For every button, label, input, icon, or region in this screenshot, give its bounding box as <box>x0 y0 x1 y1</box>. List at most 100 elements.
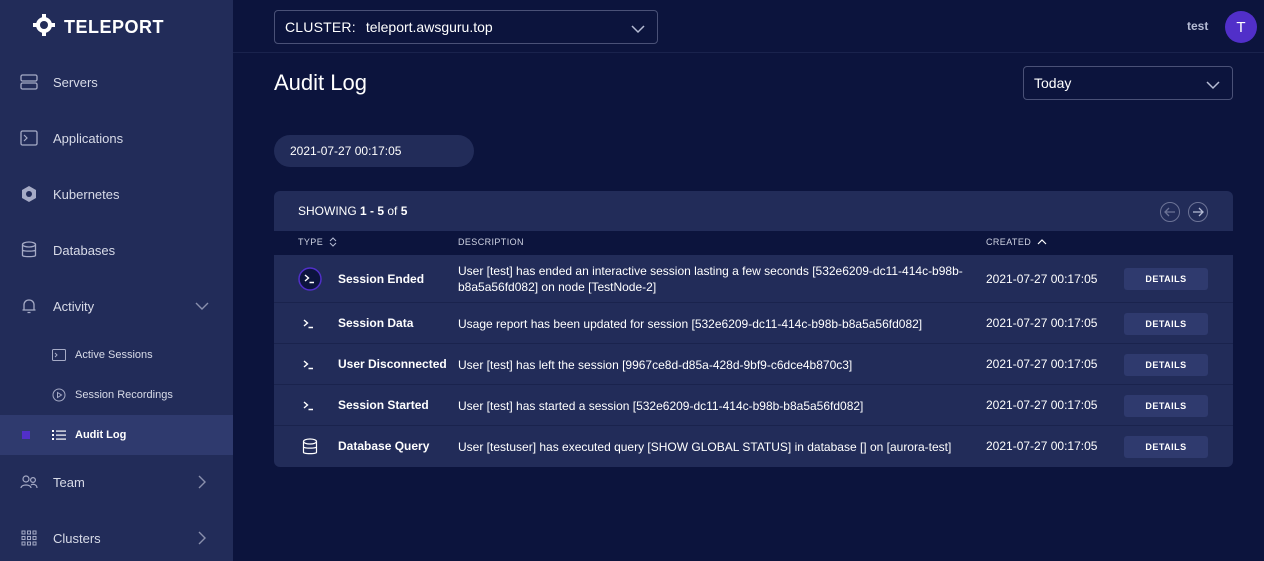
sidebar-item-applications[interactable]: Applications <box>0 118 233 158</box>
sidebar-item-active-sessions[interactable]: Active Sessions <box>0 335 233 375</box>
cluster-select[interactable]: CLUSTER: teleport.awsguru.top <box>274 10 658 44</box>
event-description: User [test] has ended an interactive ses… <box>458 264 963 294</box>
brand-name: TELEPORT <box>64 16 165 37</box>
showing-count: SHOWING 1 - 5 of 5 <box>298 204 407 218</box>
showing-total: 5 <box>400 204 408 218</box>
sidebar-item-clusters[interactable]: Clusters <box>0 518 233 558</box>
sidebar-item-servers[interactable]: Servers <box>0 62 233 102</box>
table-row: Session Data Usage report has been updat… <box>274 303 1233 344</box>
sidebar-item-kubernetes[interactable]: Kubernetes <box>0 174 233 214</box>
table-row: Session Started User [test] has started … <box>274 385 1233 426</box>
avatar[interactable]: T <box>1225 11 1257 43</box>
bell-icon <box>20 297 38 315</box>
sort-icon <box>329 237 337 247</box>
sidebar-item-label: Session Recordings <box>75 389 173 401</box>
showing-range: 1 - 5 <box>360 204 385 218</box>
event-type: User Disconnected <box>338 357 447 371</box>
arrow-right-icon <box>1193 207 1204 217</box>
database-icon <box>20 241 38 259</box>
details-button[interactable]: DETAILS <box>1124 436 1208 458</box>
date-range-value: Today <box>1034 75 1072 91</box>
chevron-right-icon <box>195 531 209 545</box>
details-button[interactable]: DETAILS <box>1124 268 1208 290</box>
event-type: Database Query <box>338 439 430 453</box>
terminal-icon <box>298 394 322 418</box>
sidebar-item-databases[interactable]: Databases <box>0 230 233 270</box>
column-header-created[interactable]: CREATED <box>986 237 1047 247</box>
server-icon <box>20 73 38 91</box>
username: test <box>1187 19 1209 33</box>
header-divider <box>233 52 1264 53</box>
sidebar-item-team[interactable]: Team <box>0 462 233 502</box>
date-range-select[interactable]: Today <box>1023 66 1233 100</box>
terminal-icon <box>298 353 322 377</box>
table-row: Database Query User [testuser] has execu… <box>274 426 1233 467</box>
list-icon <box>52 428 66 442</box>
sidebar-item-label: Databases <box>53 242 116 258</box>
event-description: Usage report has been updated for sessio… <box>458 317 923 331</box>
column-label: TYPE <box>298 237 324 247</box>
play-icon <box>52 388 66 402</box>
event-description: User [testuser] has executed query [SHOW… <box>458 440 952 454</box>
sidebar-item-label: Clusters <box>53 530 101 546</box>
event-description: User [test] has started a session [532e6… <box>458 399 864 413</box>
column-label: DESCRIPTION <box>458 237 524 247</box>
chevron-down-icon <box>195 299 209 313</box>
column-label: CREATED <box>986 237 1032 247</box>
cluster-value: teleport.awsguru.top <box>365 19 493 35</box>
sidebar-item-label: Servers <box>53 74 98 90</box>
sidebar-item-label: Active Sessions <box>75 349 153 361</box>
event-created: 2021-07-27 00:17:05 <box>986 439 1098 453</box>
prev-page-button[interactable] <box>1160 202 1180 222</box>
sidebar: TELEPORT Servers Applications Kubernetes… <box>0 0 233 561</box>
next-page-button[interactable] <box>1188 202 1208 222</box>
table-header: TYPE DESCRIPTION CREATED <box>274 231 1233 255</box>
audit-log-table: SHOWING 1 - 5 of 5 TYPE DESCRIPTION CREA… <box>274 191 1233 467</box>
event-type: Session Ended <box>338 272 425 286</box>
event-created: 2021-07-27 00:17:05 <box>986 398 1098 412</box>
sidebar-item-activity[interactable]: Activity <box>0 286 233 326</box>
avatar-letter: T <box>1236 18 1246 36</box>
teleport-logo[interactable]: TELEPORT <box>32 13 165 42</box>
arrow-left-icon <box>1164 207 1175 217</box>
date-range-pill[interactable]: 2021-07-27 00:17:05 <box>274 135 474 167</box>
details-button[interactable]: DETAILS <box>1124 313 1208 335</box>
application-icon <box>20 129 38 147</box>
cluster-label: CLUSTER: <box>285 19 356 35</box>
sidebar-item-label: Team <box>53 474 85 490</box>
kubernetes-icon <box>20 185 38 203</box>
details-button[interactable]: DETAILS <box>1124 354 1208 376</box>
sidebar-item-label: Activity <box>53 298 95 314</box>
sidebar-item-label: Audit Log <box>75 429 127 441</box>
database-icon <box>298 435 322 459</box>
sidebar-item-label: Applications <box>53 130 124 146</box>
showing-of: of <box>384 204 401 218</box>
chevron-down-icon <box>1206 77 1220 93</box>
sidebar-item-session-recordings[interactable]: Session Recordings <box>0 375 233 415</box>
event-type: Session Data <box>338 316 414 330</box>
chevron-down-icon <box>631 21 645 39</box>
event-type: Session Started <box>338 398 429 412</box>
active-indicator <box>22 431 30 439</box>
sort-ascending-icon <box>1037 239 1047 245</box>
page-title: Audit Log <box>274 70 367 95</box>
showing-prefix: SHOWING <box>298 204 360 218</box>
terminal-icon <box>298 312 322 336</box>
teleport-logo-icon <box>32 13 56 42</box>
table-row: User Disconnected User [test] has left t… <box>274 344 1233 385</box>
terminal-icon <box>52 348 66 362</box>
event-created: 2021-07-27 00:17:05 <box>986 272 1098 286</box>
event-created: 2021-07-27 00:17:05 <box>986 357 1098 371</box>
details-button[interactable]: DETAILS <box>1124 395 1208 417</box>
chevron-right-icon <box>195 475 209 489</box>
event-created: 2021-07-27 00:17:05 <box>986 316 1098 330</box>
column-header-description: DESCRIPTION <box>458 237 524 247</box>
column-header-type[interactable]: TYPE <box>298 237 337 247</box>
date-range-pill-text: 2021-07-27 00:17:05 <box>290 144 402 158</box>
team-icon <box>20 473 38 491</box>
grid-icon <box>20 529 38 547</box>
table-row: Session Ended User [test] has ended an i… <box>274 255 1233 303</box>
event-description: User [test] has left the session [9967ce… <box>458 358 853 372</box>
terminal-icon <box>298 267 322 291</box>
sidebar-item-audit-log[interactable]: Audit Log <box>0 415 233 455</box>
